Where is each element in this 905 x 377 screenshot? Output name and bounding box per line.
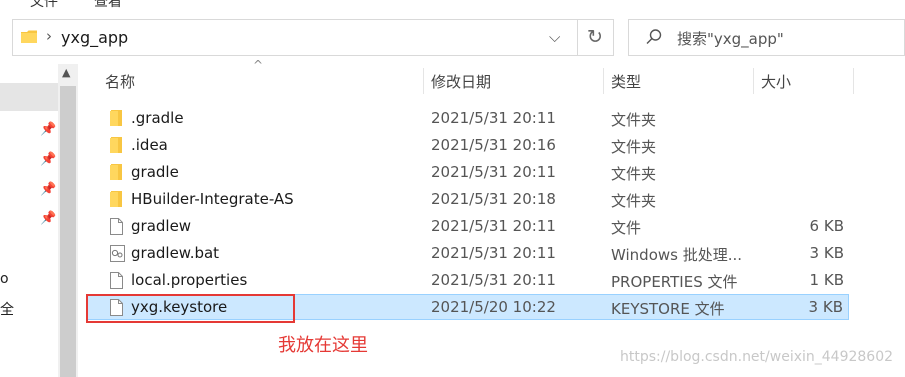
file-date: 2021/5/31 20:11 xyxy=(431,217,556,235)
chevron-right-icon[interactable]: › xyxy=(46,27,52,45)
file-icon xyxy=(110,218,123,235)
menu-file[interactable]: 文件 xyxy=(30,0,58,11)
refresh-icon: ↻ xyxy=(587,26,603,48)
file-type: PROPERTIES 文件 xyxy=(611,273,738,291)
file-type: 文件夹 xyxy=(611,111,657,129)
annotation-note: 我放在这里 xyxy=(278,335,368,356)
file-row[interactable]: gradlew.bat 2021/5/31 20:11 Windows 批处理.… xyxy=(86,240,849,266)
file-type: KEYSTORE 文件 xyxy=(611,300,725,318)
chevron-down-icon[interactable]: ⌵ xyxy=(549,28,560,46)
pin-icon[interactable]: 📌 xyxy=(40,211,56,226)
menu-bar: 文件 查看 xyxy=(0,0,905,12)
file-date: 2021/5/20 10:22 xyxy=(431,298,556,316)
file-size: 1 KB xyxy=(809,271,844,289)
column-divider[interactable] xyxy=(853,68,854,94)
folder-icon xyxy=(110,164,122,180)
file-type: 文件夹 xyxy=(611,138,657,156)
file-size: 6 KB xyxy=(809,217,844,235)
file-icon xyxy=(110,272,123,289)
pin-icon[interactable]: 📌 xyxy=(40,122,56,137)
batch-file-icon xyxy=(110,245,125,262)
file-name: gradle xyxy=(131,163,179,181)
file-row[interactable]: HBuilder-Integrate-AS 2021/5/31 20:18 文件… xyxy=(86,186,849,212)
search-icon xyxy=(646,29,662,44)
file-date: 2021/5/31 20:11 xyxy=(431,244,556,262)
file-size: 3 KB xyxy=(808,298,843,316)
search-box[interactable]: 搜索"yxg_app" xyxy=(628,19,905,56)
menu-view[interactable]: 查看 xyxy=(94,0,122,11)
file-size: 3 KB xyxy=(809,244,844,262)
column-header-size[interactable]: 大小 xyxy=(761,71,791,92)
address-bar[interactable]: › yxg_app ⌵ xyxy=(12,19,578,56)
file-name: gradlew.bat xyxy=(131,244,220,262)
file-name: .idea xyxy=(131,136,168,154)
column-header-name[interactable]: 名称 xyxy=(105,71,135,92)
file-row[interactable]: local.properties 2021/5/31 20:11 PROPERT… xyxy=(86,267,849,293)
watermark: https://blog.csdn.net/weixin_44928602 xyxy=(620,349,894,365)
pin-icon[interactable]: 📌 xyxy=(40,152,56,167)
column-header-date[interactable]: 修改日期 xyxy=(431,71,491,92)
file-date: 2021/5/31 20:18 xyxy=(431,190,556,208)
file-date: 2021/5/31 20:16 xyxy=(431,136,556,154)
file-name: gradlew xyxy=(131,217,192,235)
folder-icon xyxy=(110,110,122,126)
scroll-up-icon[interactable]: ▲ xyxy=(62,66,70,79)
column-divider[interactable] xyxy=(753,68,754,94)
file-name: .gradle xyxy=(131,109,184,127)
file-row[interactable]: gradlew 2021/5/31 20:11 文件 6 KB xyxy=(86,213,849,239)
column-divider[interactable] xyxy=(603,68,604,94)
address-path[interactable]: yxg_app xyxy=(61,28,128,47)
highlight-box xyxy=(86,294,295,323)
column-divider[interactable] xyxy=(423,68,424,94)
file-date: 2021/5/31 20:11 xyxy=(431,109,556,127)
folder-icon xyxy=(21,30,37,43)
pin-icon[interactable]: 📌 xyxy=(40,182,56,197)
file-type: 文件 xyxy=(611,219,642,237)
file-type: 文件夹 xyxy=(611,192,657,210)
nav-scrollbar[interactable]: ▲ xyxy=(58,64,78,377)
file-date: 2021/5/31 20:11 xyxy=(431,163,556,181)
refresh-button[interactable]: ↻ xyxy=(578,19,614,56)
nav-selected-item[interactable] xyxy=(0,83,58,111)
search-input[interactable]: 搜索"yxg_app" xyxy=(677,28,784,49)
nav-item-label[interactable]: o xyxy=(0,271,9,287)
file-name: HBuilder-Integrate-AS xyxy=(131,190,294,208)
file-date: 2021/5/31 20:11 xyxy=(431,271,556,289)
file-row[interactable]: .idea 2021/5/31 20:16 文件夹 xyxy=(86,132,849,158)
scrollbar-thumb[interactable] xyxy=(60,86,76,377)
file-row[interactable]: .gradle 2021/5/31 20:11 文件夹 xyxy=(86,105,849,131)
file-type: 文件夹 xyxy=(611,165,657,183)
file-name: local.properties xyxy=(131,271,248,289)
nav-item-label[interactable]: 全 xyxy=(0,299,14,319)
column-header-type[interactable]: 类型 xyxy=(611,71,641,92)
file-type: Windows 批处理... xyxy=(611,246,743,264)
folder-icon xyxy=(110,191,122,207)
folder-icon xyxy=(110,137,122,153)
file-row[interactable]: gradle 2021/5/31 20:11 文件夹 xyxy=(86,159,849,185)
sort-ascending-icon: ^ xyxy=(253,58,264,72)
